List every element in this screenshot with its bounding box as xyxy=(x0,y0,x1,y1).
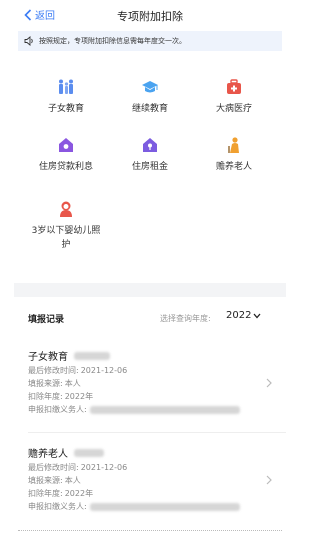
record-name-row: 子女教育 xyxy=(28,348,110,363)
category-continuing-education[interactable]: 继续教育 xyxy=(105,78,195,116)
category-elderly-support[interactable]: 赡养老人 xyxy=(189,136,279,174)
source-label: 填报来源: xyxy=(28,476,63,485)
record-name: 子女教育 xyxy=(28,352,68,363)
notice-bar: 按照规定，专项附加扣除信息需每年度交一次。 xyxy=(18,31,282,51)
year-value: 2022年 xyxy=(64,489,94,498)
record-name-row: 赡养老人 xyxy=(28,445,104,460)
record-modified: 最后修改时间: 2021-12-06 xyxy=(28,365,127,376)
divider xyxy=(28,432,286,433)
year-selector[interactable]: 2022 xyxy=(226,310,261,321)
house-rent-icon xyxy=(143,138,157,152)
section-separator xyxy=(14,283,286,297)
year-label: 扣除年度: xyxy=(28,392,63,401)
records-title: 填报记录 xyxy=(28,315,65,325)
record-card[interactable]: 子女教育 最后修改时间: 2021-12-06 填报来源: 本人 扣除年度: 2022… xyxy=(14,348,286,430)
chevron-right-icon xyxy=(266,475,272,485)
record-source: 填报来源: 本人 xyxy=(28,378,81,389)
year-label: 扣除年度: xyxy=(28,489,63,498)
record-modified: 最后修改时间: 2021-12-06 xyxy=(28,462,127,473)
record-agent: 申报扣缴义务人: xyxy=(28,501,240,512)
category-label-line2: 护 xyxy=(61,240,71,250)
category-children-education[interactable]: 子女教育 xyxy=(21,78,111,116)
agent-label: 申报扣缴义务人: xyxy=(28,405,87,414)
category-infant-care[interactable]: 3岁以下婴幼儿照 护 xyxy=(21,200,111,252)
nav-bar: 返回 专项附加扣除 xyxy=(14,0,286,30)
app-screen: 返回 专项附加扣除 按照规定，专项附加扣除信息需每年度交一次。 子女教育 继续教… xyxy=(14,0,286,535)
category-label: 继续教育 xyxy=(131,104,168,114)
records-header: 填报记录 选择查询年度: 2022 xyxy=(14,297,286,337)
redacted-value xyxy=(74,351,110,360)
medical-kit-icon xyxy=(227,79,241,94)
category-label-line1: 3岁以下婴幼儿照 xyxy=(31,226,101,236)
record-name: 赡养老人 xyxy=(28,449,68,460)
notice-text: 按照规定，专项附加扣除信息需每年度交一次。 xyxy=(39,37,186,45)
year-value: 2022年 xyxy=(64,392,94,401)
year-select-label: 选择查询年度: xyxy=(160,314,211,323)
modified-label: 最后修改时间: xyxy=(28,463,79,472)
source-value: 本人 xyxy=(64,476,81,485)
children-education-icon xyxy=(59,79,73,94)
record-year: 扣除年度: 2022年 xyxy=(28,488,93,499)
redacted-value xyxy=(89,502,240,511)
category-label: 赡养老人 xyxy=(215,162,252,172)
infant-care-icon xyxy=(60,201,72,217)
page-title: 专项附加扣除 xyxy=(117,10,183,23)
source-label: 填报来源: xyxy=(28,379,63,388)
category-label: 大病医疗 xyxy=(215,104,252,114)
elderly-care-icon xyxy=(228,137,239,153)
speaker-icon xyxy=(24,36,33,46)
modified-value: 2021-12-06 xyxy=(80,463,128,472)
bottom-edge xyxy=(18,530,282,531)
category-serious-illness[interactable]: 大病医疗 xyxy=(189,78,279,116)
house-loan-icon xyxy=(59,138,73,152)
chevron-down-icon xyxy=(253,313,261,318)
category-label: 住房租金 xyxy=(131,162,168,172)
category-label: 子女教育 xyxy=(47,104,84,114)
modified-label: 最后修改时间: xyxy=(28,366,79,375)
chevron-right-icon xyxy=(266,378,272,388)
record-card[interactable]: 赡养老人 最后修改时间: 2021-12-06 填报来源: 本人 扣除年度: 2022… xyxy=(14,445,286,527)
agent-label: 申报扣缴义务人: xyxy=(28,502,87,511)
year-value: 2022 xyxy=(226,310,252,321)
modified-value: 2021-12-06 xyxy=(80,366,128,375)
redacted-value xyxy=(89,405,240,414)
redacted-value xyxy=(74,448,104,457)
graduation-cap-icon xyxy=(142,81,158,93)
category-housing-rent[interactable]: 住房租金 xyxy=(105,136,195,174)
source-value: 本人 xyxy=(64,379,81,388)
category-housing-loan[interactable]: 住房贷款利息 xyxy=(21,136,111,174)
record-year: 扣除年度: 2022年 xyxy=(28,391,93,402)
category-label: 3岁以下婴幼儿照 护 xyxy=(21,224,111,252)
record-agent: 申报扣缴义务人: xyxy=(28,404,240,415)
category-label: 住房贷款利息 xyxy=(38,162,93,172)
record-source: 填报来源: 本人 xyxy=(28,475,81,486)
